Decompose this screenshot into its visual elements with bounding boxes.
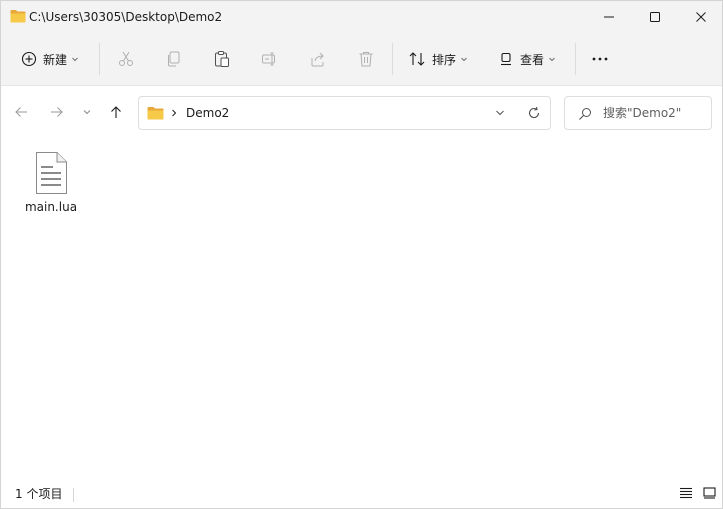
recent-locations-button[interactable] [77,101,97,123]
window-title: C:\Users\30305\Desktop\Demo2 [29,10,223,24]
arrow-left-icon [15,107,27,117]
chevron-down-icon [461,57,467,62]
up-button[interactable] [106,101,126,123]
folder-icon [147,107,164,120]
close-button[interactable] [678,1,722,33]
item-count: 1 个项目 [15,487,63,501]
new-label: 新建 [43,52,68,67]
minimize-icon [604,16,614,18]
status-separator [73,488,74,502]
chevron-right-icon[interactable] [170,108,178,118]
search-box[interactable] [564,96,712,130]
chevron-down-icon [83,110,91,115]
delete-button[interactable] [357,45,375,73]
tiles-view-icon [702,487,716,499]
view-label: 查看 [520,52,545,67]
rename-button[interactable] [261,45,279,73]
large-icons-view-button[interactable] [700,484,718,502]
share-icon [311,52,324,67]
refresh-icon[interactable] [527,106,541,120]
view-icon [501,52,511,66]
toolbar-separator [392,43,393,75]
copy-icon [168,51,180,67]
toolbar-separator [575,43,576,75]
rename-icon [262,52,275,66]
title-bar: C:\Users\30305\Desktop\Demo2 [1,1,722,33]
more-button[interactable] [591,45,609,73]
share-button[interactable] [309,45,327,73]
cut-icon [119,51,133,66]
address-bar[interactable]: Demo2 [138,96,551,130]
plus-circle-icon [21,51,37,67]
close-icon [696,12,706,22]
file-list-view[interactable]: main.lua [1,141,722,478]
delete-icon [359,52,373,67]
more-icon [592,57,608,61]
view-button[interactable]: 查看 [498,45,556,73]
search-input[interactable] [603,103,707,123]
breadcrumb-item[interactable]: Demo2 [186,105,229,121]
forward-button[interactable] [47,101,67,123]
sort-icon [409,52,425,66]
arrow-right-icon [51,107,63,117]
sort-label: 排序 [432,52,457,67]
details-view-button[interactable] [677,484,695,502]
file-item[interactable]: main.lua [19,149,83,219]
search-icon [579,108,591,120]
sort-button[interactable]: 排序 [408,45,468,73]
status-bar: 1 个项目 [1,480,722,508]
copy-button[interactable] [165,45,183,73]
command-bar-divider [1,85,722,86]
folder-icon [10,10,26,23]
back-button[interactable] [11,101,31,123]
minimize-button[interactable] [586,1,632,33]
cut-button[interactable] [117,45,135,73]
arrow-up-icon [111,106,121,118]
toolbar-separator [99,43,100,75]
chevron-down-icon [549,57,555,62]
file-explorer-window: C:\Users\30305\Desktop\Demo2 新建 排序 查看 De… [0,0,723,509]
chevron-down-icon [72,57,78,62]
command-bar: 新建 排序 查看 [1,33,722,85]
maximize-button[interactable] [632,1,678,33]
paste-button[interactable] [213,45,231,73]
file-name: main.lua [24,200,78,214]
new-button[interactable]: 新建 [21,45,79,73]
chevron-down-icon[interactable] [495,108,505,118]
details-view-icon [680,487,692,499]
maximize-icon [650,12,660,22]
paste-icon [215,51,229,67]
text-file-icon [36,152,67,194]
